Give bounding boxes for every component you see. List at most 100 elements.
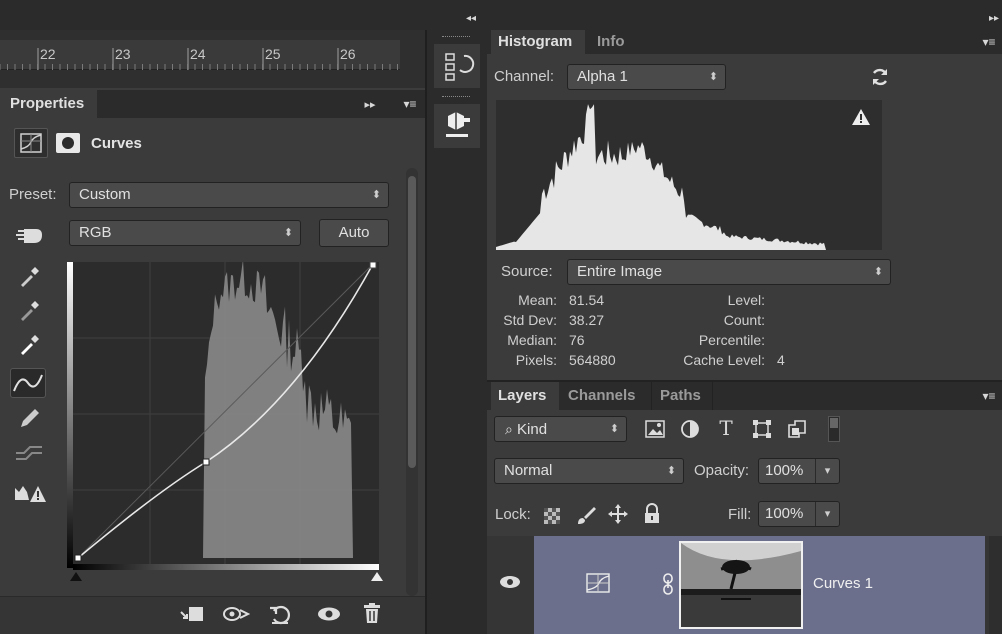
ruler-area: 22 23 24 25 26 <box>0 30 425 88</box>
source-value: Entire Image <box>577 263 663 280</box>
output-gradient <box>73 564 379 570</box>
filter-kind-dropdown[interactable]: ⌕ Kind ⬍ <box>494 416 627 442</box>
level-label: Level: <box>727 292 765 308</box>
lock-image-brush-icon[interactable] <box>575 504 597 526</box>
lock-transparent-icon[interactable] <box>544 508 560 524</box>
black-point-eyedropper-icon[interactable] <box>15 264 43 290</box>
trash-icon[interactable] <box>358 600 386 626</box>
std-dev-value: 38.27 <box>569 312 605 328</box>
pencil-draw-icon[interactable] <box>15 406 43 432</box>
collapse-left-icon[interactable]: ◂◂ <box>463 12 479 24</box>
opacity-input[interactable]: 100% ▾ <box>758 458 840 484</box>
channel-value: RGB <box>79 224 112 241</box>
opacity-slider-arrow-icon[interactable]: ▾ <box>815 459 839 483</box>
histogram-panel: Histogram Info ▾≡ Channel: Alpha 1 ⬍ Sou… <box>487 30 1002 380</box>
source-dropdown[interactable]: Entire Image ⬍ <box>567 259 891 285</box>
dock-3d-button[interactable] <box>434 104 480 148</box>
median-label: Median: <box>507 332 557 348</box>
layers-menu-icon[interactable]: ▾≡ <box>979 388 999 404</box>
clip-to-layer-icon[interactable] <box>178 602 208 626</box>
properties-panel: Properties ▸▸ ▾≡ Curves Preset: Custom ⬍… <box>0 90 425 634</box>
filter-type-icon[interactable]: T <box>715 416 737 440</box>
count-label: Count: <box>723 312 765 328</box>
panel-divider <box>487 380 1002 382</box>
fill-input[interactable]: 100% ▾ <box>758 501 840 527</box>
adjustment-icon-button[interactable] <box>14 128 48 158</box>
filter-toggle-switch[interactable] <box>828 416 840 442</box>
tab-channels[interactable]: Channels <box>562 382 652 410</box>
source-label: Source: <box>501 263 553 280</box>
reset-icon[interactable] <box>265 602 295 626</box>
properties-scrollbar-thumb[interactable] <box>408 176 416 468</box>
dock-history-button[interactable] <box>434 44 480 88</box>
filter-shape-icon[interactable] <box>751 418 773 440</box>
ruler-tick-label: 25 <box>265 46 281 62</box>
view-previous-state-icon[interactable] <box>221 602 251 626</box>
layer-visibility-eye-icon[interactable] <box>497 572 523 592</box>
ruler-tick-label: 26 <box>340 46 356 62</box>
white-slider-handle[interactable] <box>371 572 383 581</box>
filter-pixel-icon[interactable] <box>644 418 666 440</box>
tab-paths[interactable]: Paths <box>653 382 713 410</box>
curves-adjustment-layer-icon <box>585 572 611 594</box>
expand-right-icon[interactable]: ▸▸ <box>986 12 1002 24</box>
filter-kind-value: Kind <box>517 421 548 438</box>
dropdown-arrows-icon: ⬍ <box>708 71 718 83</box>
dropdown-arrows-icon: ⬍ <box>283 227 293 239</box>
median-value: 76 <box>569 332 585 348</box>
layer-mask-thumbnail[interactable] <box>679 541 803 629</box>
mask-icon-button[interactable] <box>56 133 80 153</box>
filter-smart-object-icon[interactable] <box>786 418 808 440</box>
lock-position-move-icon[interactable] <box>607 503 629 525</box>
cache-level-value: 4 <box>777 352 785 368</box>
dropdown-arrows-icon: ⬍ <box>873 266 883 278</box>
histogram-menu-icon[interactable]: ▾≡ <box>979 34 999 50</box>
percentile-label: Percentile: <box>698 332 765 348</box>
top-bar <box>0 0 1002 30</box>
panel-menu-icon[interactable]: ▾≡ <box>400 96 420 112</box>
dock-grip <box>442 36 470 38</box>
refresh-icon[interactable] <box>869 66 891 88</box>
dropdown-arrows-icon: ⬍ <box>371 189 381 201</box>
histogram-channel-dropdown[interactable]: Alpha 1 ⬍ <box>567 64 726 90</box>
fill-slider-arrow-icon[interactable]: ▾ <box>815 502 839 526</box>
mean-value: 81.54 <box>569 292 605 308</box>
panel-collapse-icon[interactable]: ▸▸ <box>362 96 378 112</box>
targeted-adjustment-hand-icon[interactable] <box>14 222 46 248</box>
curve-point-tool-icon[interactable] <box>10 368 46 398</box>
tab-info[interactable]: Info <box>591 30 625 54</box>
clipping-warning-icon[interactable] <box>12 480 48 506</box>
horizontal-ruler: 22 23 24 25 26 <box>0 40 400 70</box>
gray-point-eyedropper-icon[interactable] <box>15 298 43 324</box>
preset-dropdown[interactable]: Custom ⬍ <box>69 182 389 208</box>
cache-level-label: Cache Level: <box>683 352 765 368</box>
layer-name[interactable]: Curves 1 <box>813 575 873 592</box>
auto-button[interactable]: Auto <box>319 219 389 247</box>
ruler-tick-label: 23 <box>115 46 131 62</box>
lock-label: Lock: <box>495 506 531 523</box>
histogram-channel-value: Alpha 1 <box>577 68 628 85</box>
channel-dropdown[interactable]: RGB ⬍ <box>69 220 301 246</box>
smooth-curve-icon[interactable] <box>13 440 45 466</box>
blend-mode-dropdown[interactable]: Normal ⬍ <box>494 458 684 484</box>
visibility-eye-icon[interactable] <box>314 602 344 626</box>
ruler-tick-label: 24 <box>190 46 206 62</box>
properties-scrollbar-track[interactable] <box>406 168 418 596</box>
tab-layers[interactable]: Layers <box>491 382 559 410</box>
dropdown-arrows-icon: ⬍ <box>666 465 676 477</box>
filter-adjustment-icon[interactable] <box>679 418 701 440</box>
lock-all-icon[interactable] <box>642 503 662 525</box>
fill-label: Fill: <box>728 506 752 523</box>
channel-label: Channel: <box>494 68 555 85</box>
curves-graph[interactable] <box>67 262 379 568</box>
preset-value: Custom <box>79 186 131 203</box>
preset-label: Preset: <box>9 186 57 203</box>
curves-histogram <box>67 262 379 558</box>
white-point-eyedropper-icon[interactable] <box>15 332 43 358</box>
black-slider-handle[interactable] <box>70 572 82 581</box>
layer-mask-link-icon[interactable] <box>661 572 675 596</box>
cache-warning-icon[interactable] <box>851 108 871 126</box>
tab-properties[interactable]: Properties <box>0 90 97 118</box>
tab-histogram[interactable]: Histogram <box>491 30 585 54</box>
layers-scrollbar[interactable] <box>989 536 1002 634</box>
